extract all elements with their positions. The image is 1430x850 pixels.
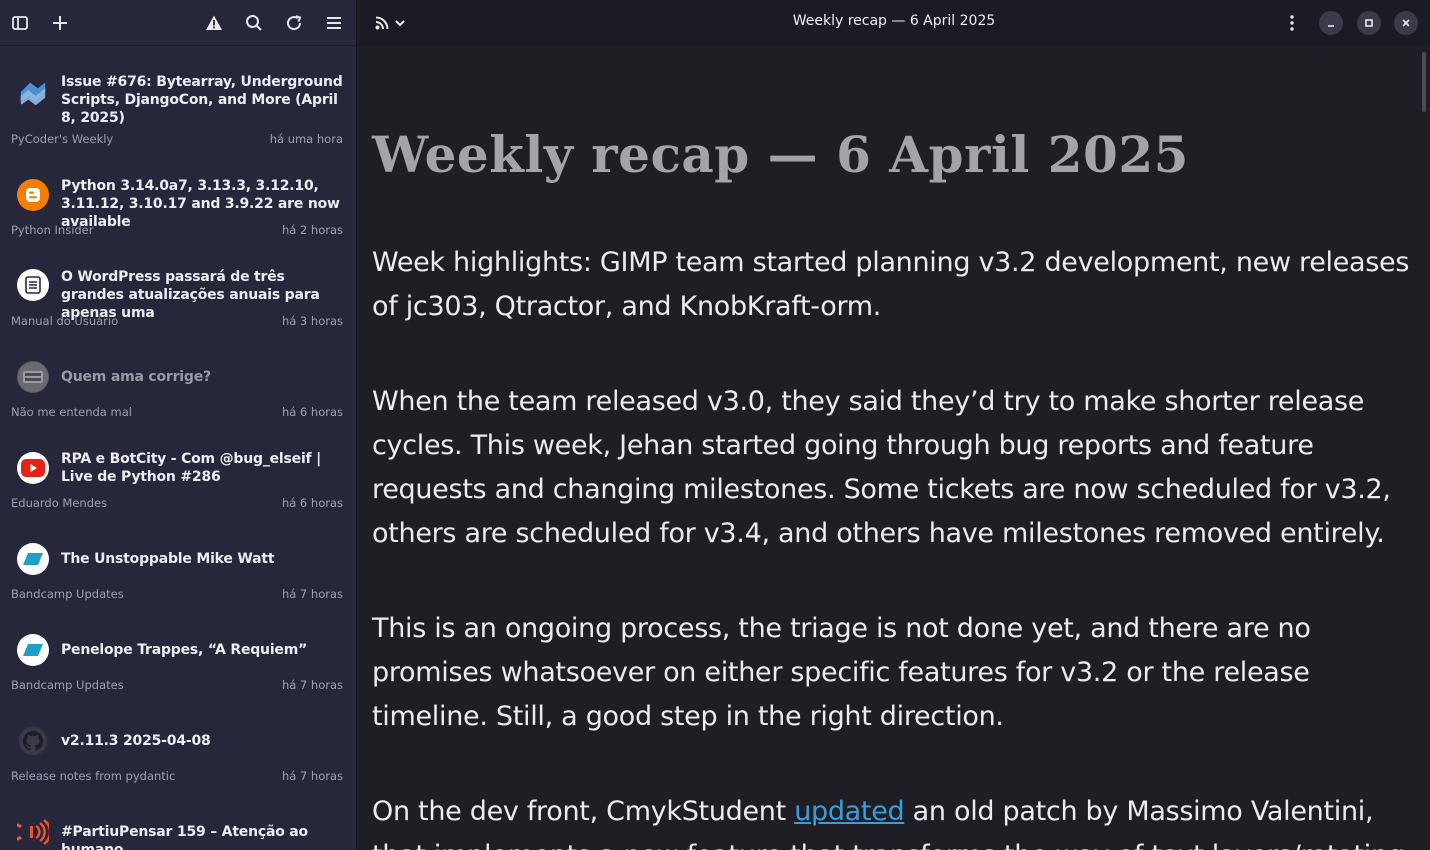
document-icon — [17, 269, 49, 301]
bandcamp-icon — [17, 543, 49, 575]
feed-item-source: Bandcamp Updates — [11, 587, 124, 601]
feed-item[interactable]: Penelope Trappes, “A Requiem” Bandcamp U… — [0, 607, 356, 698]
article-paragraph: On the dev front, CmykStudent updated an… — [372, 790, 1412, 850]
article-text: On the dev front, CmykStudent — [372, 796, 795, 827]
article-scrollbar[interactable] — [1422, 52, 1426, 112]
feed-item[interactable]: The Unstoppable Mike Watt Bandcamp Updat… — [0, 516, 356, 607]
article-heading: Weekly recap — 6 April 2025 — [372, 125, 1189, 184]
maximize-button[interactable] — [1357, 11, 1381, 35]
search-icon — [246, 15, 262, 31]
feed-item-source: Bandcamp Updates — [11, 678, 124, 692]
feed-item-title: Issue #676: Bytearray, Underground Scrip… — [61, 74, 343, 126]
add-feed-button[interactable] — [44, 7, 76, 39]
github-icon — [17, 725, 49, 757]
feed-item-time: há uma hora — [269, 132, 343, 146]
feed-item-title: The Unstoppable Mike Watt — [61, 551, 275, 567]
nao-me-entenda-mal-icon — [17, 361, 49, 393]
feed-item[interactable]: Python 3.14.0a7, 3.13.3, 3.12.10, 3.11.1… — [0, 152, 356, 243]
minimize-icon — [1328, 25, 1334, 27]
refresh-button[interactable] — [278, 7, 310, 39]
sidebar-header — [0, 0, 356, 46]
feed-item-time: há 7 horas — [281, 769, 343, 783]
feed-item-time: há 2 horas — [281, 223, 343, 237]
sidebar-icon — [12, 16, 28, 30]
article-menu-button[interactable] — [1279, 10, 1305, 36]
feed-item-source: Release notes from pydantic — [11, 769, 176, 783]
feed-item[interactable]: O WordPress passará de três grandes atua… — [0, 243, 356, 334]
feed-item-title: #PartiuPensar 159 – Atenção ao humano — [61, 824, 308, 850]
feed-item-time: há 6 horas — [281, 496, 343, 510]
feed-item-title: v2.11.3 2025-04-08 — [61, 733, 211, 749]
warning-icon — [206, 15, 222, 30]
feed-item[interactable]: v2.11.3 2025-04-08 Release notes from py… — [0, 698, 356, 789]
feed-item-source: Não me entenda mal — [11, 405, 132, 419]
youtube-icon — [17, 452, 49, 484]
feed-item[interactable]: Quem ama corrige? Não me entenda mal há … — [0, 334, 356, 425]
article-body: Weekly recap — 6 April 2025 Week highlig… — [372, 120, 1412, 850]
feed-item[interactable]: RPA e BotCity - Com @bug_elseif | Live d… — [0, 425, 356, 516]
minimize-button[interactable] — [1319, 11, 1343, 35]
pycoders-icon — [17, 77, 49, 109]
close-icon — [1402, 19, 1410, 27]
article-paragraph: Week highlights: GIMP team started plann… — [372, 247, 1410, 322]
maximize-icon — [1365, 19, 1373, 27]
bandcamp-icon — [17, 634, 49, 666]
article-pane: Weekly recap — 6 April 2025 Weekly recap… — [358, 0, 1430, 850]
feed-item-source: Manual do Usuário — [11, 314, 119, 328]
refresh-icon — [287, 15, 302, 31]
article-paragraph: This is an ongoing process, the triage i… — [372, 613, 1311, 732]
search-button[interactable] — [238, 7, 270, 39]
feed-item-source: Eduardo Mendes — [11, 496, 108, 510]
content-header: Weekly recap — 6 April 2025 — [358, 0, 1430, 46]
feed-item-title: Penelope Trappes, “A Requiem” — [61, 642, 308, 658]
feed-item-source: PyCoder's Weekly — [11, 132, 114, 146]
blogger-icon — [17, 179, 49, 211]
feed-item-title: RPA e BotCity - Com @bug_elseif | Live d… — [61, 451, 322, 485]
hamburger-icon — [327, 17, 341, 29]
close-button[interactable] — [1394, 11, 1418, 35]
updated-link[interactable]: updated — [794, 796, 904, 827]
window-title: Weekly recap — 6 April 2025 — [792, 13, 996, 29]
plus-icon — [53, 16, 67, 30]
feed-item-time: há 6 horas — [281, 405, 343, 419]
feed-sidebar: Issue #676: Bytearray, Underground Scrip… — [0, 0, 357, 850]
feed-item-title: Quem ama corrige? — [61, 369, 211, 385]
app-window: Issue #676: Bytearray, Underground Scrip… — [0, 0, 1430, 850]
errors-button[interactable] — [198, 7, 230, 39]
article-paragraph: When the team released v3.0, they said t… — [372, 386, 1391, 549]
feed-item-time: há 7 horas — [281, 587, 343, 601]
feed-item[interactable]: Issue #676: Bytearray, Underground Scrip… — [0, 47, 356, 146]
feed-item-time: há 7 horas — [281, 678, 343, 692]
toggle-sidebar-button[interactable] — [4, 7, 36, 39]
kebab-menu-icon — [1290, 15, 1294, 31]
feed-item[interactable]: #PartiuPensar 159 – Atenção ao humano — [0, 789, 356, 850]
feed-item-time: há 3 horas — [281, 314, 343, 328]
podcast-icon — [17, 816, 49, 848]
feed-item-source: Python Insider — [11, 223, 94, 237]
main-menu-button[interactable] — [318, 7, 350, 39]
